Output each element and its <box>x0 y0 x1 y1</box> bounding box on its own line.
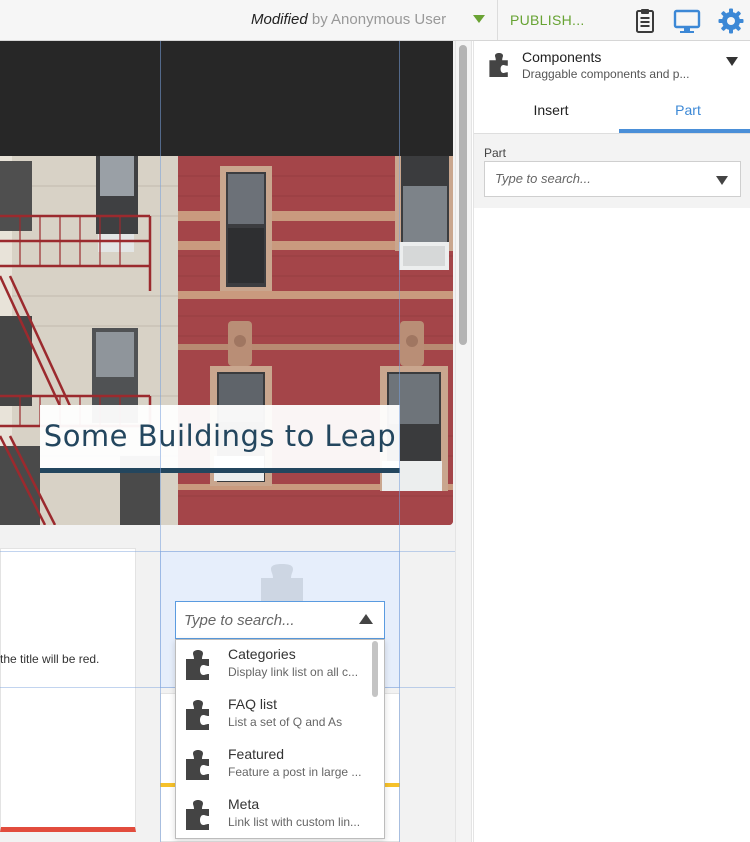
hero-title[interactable]: Some Buildings to Leap <box>40 405 400 473</box>
layout-guide-horizontal <box>0 551 455 552</box>
part-option-name: Categories <box>228 646 296 662</box>
part-option-name: Meta <box>228 796 260 812</box>
components-panel: Components Draggable components and p...… <box>473 41 750 842</box>
chevron-down-icon[interactable] <box>716 176 728 185</box>
puzzle-icon <box>489 53 508 77</box>
tab-insert[interactable]: Insert <box>482 97 620 133</box>
tab-part[interactable]: Part <box>619 97 750 133</box>
monitor-icon[interactable] <box>673 7 701 35</box>
part-search-field[interactable] <box>175 601 385 639</box>
preview-scrollbar-thumb[interactable] <box>459 45 467 345</box>
panel-title: Components <box>522 49 602 65</box>
part-search-input[interactable] <box>184 610 344 630</box>
part-option-description: Display link list on all c... <box>228 665 359 679</box>
modified-status: Modified by Anonymous User <box>251 11 446 28</box>
part-option-description: Link list with custom lin... <box>228 815 361 829</box>
part-options-list: Categories Display link list on all c...… <box>175 639 385 839</box>
part-option-featured[interactable]: Featured Feature a post in large ... <box>176 740 371 790</box>
part-select-input[interactable] <box>495 171 695 186</box>
modified-by: by Anonymous User <box>311 11 447 28</box>
layout-guide-vertical <box>399 41 400 842</box>
part-option-faq-list[interactable]: FAQ list List a set of Q and As <box>176 690 371 740</box>
puzzle-icon <box>186 800 209 830</box>
part-option-description: List a set of Q and As <box>228 715 343 729</box>
panel-collapse-icon[interactable] <box>726 57 738 66</box>
part-option-name: Featured <box>228 746 285 762</box>
part-option-name: FAQ list <box>228 696 278 712</box>
site-header <box>0 41 453 156</box>
card-text: the title will be red. <box>0 652 100 666</box>
content-card-left <box>0 548 136 832</box>
page-editor: Modified by Anonymous User PUBLISH... So… <box>0 0 750 842</box>
toolbar-divider <box>497 0 498 40</box>
layout-guide-vertical <box>160 41 161 842</box>
puzzle-icon <box>186 700 209 730</box>
part-list-scrollbar[interactable] <box>372 641 378 697</box>
publish-button[interactable]: PUBLISH... <box>510 12 585 28</box>
status-dropdown-icon[interactable] <box>473 15 485 23</box>
preview-scrollbar[interactable] <box>455 41 472 842</box>
part-option-categories[interactable]: Categories Display link list on all c... <box>176 640 371 690</box>
part-option-meta[interactable]: Meta Link list with custom lin... <box>176 790 371 838</box>
part-select[interactable] <box>484 161 741 197</box>
clipboard-icon[interactable] <box>631 7 659 35</box>
puzzle-icon <box>186 650 209 680</box>
modified-state: Modified <box>251 11 308 28</box>
collapse-caret-icon[interactable] <box>359 614 373 624</box>
part-option-description: Feature a post in large ... <box>228 765 362 779</box>
panel-subtitle: Draggable components and p... <box>522 67 690 81</box>
part-form: Part <box>474 134 750 208</box>
puzzle-placeholder-icon <box>261 564 303 604</box>
top-toolbar: Modified by Anonymous User PUBLISH... <box>0 0 750 41</box>
gear-icon[interactable] <box>717 7 745 35</box>
puzzle-icon <box>186 750 209 780</box>
part-field-label: Part <box>484 146 507 160</box>
